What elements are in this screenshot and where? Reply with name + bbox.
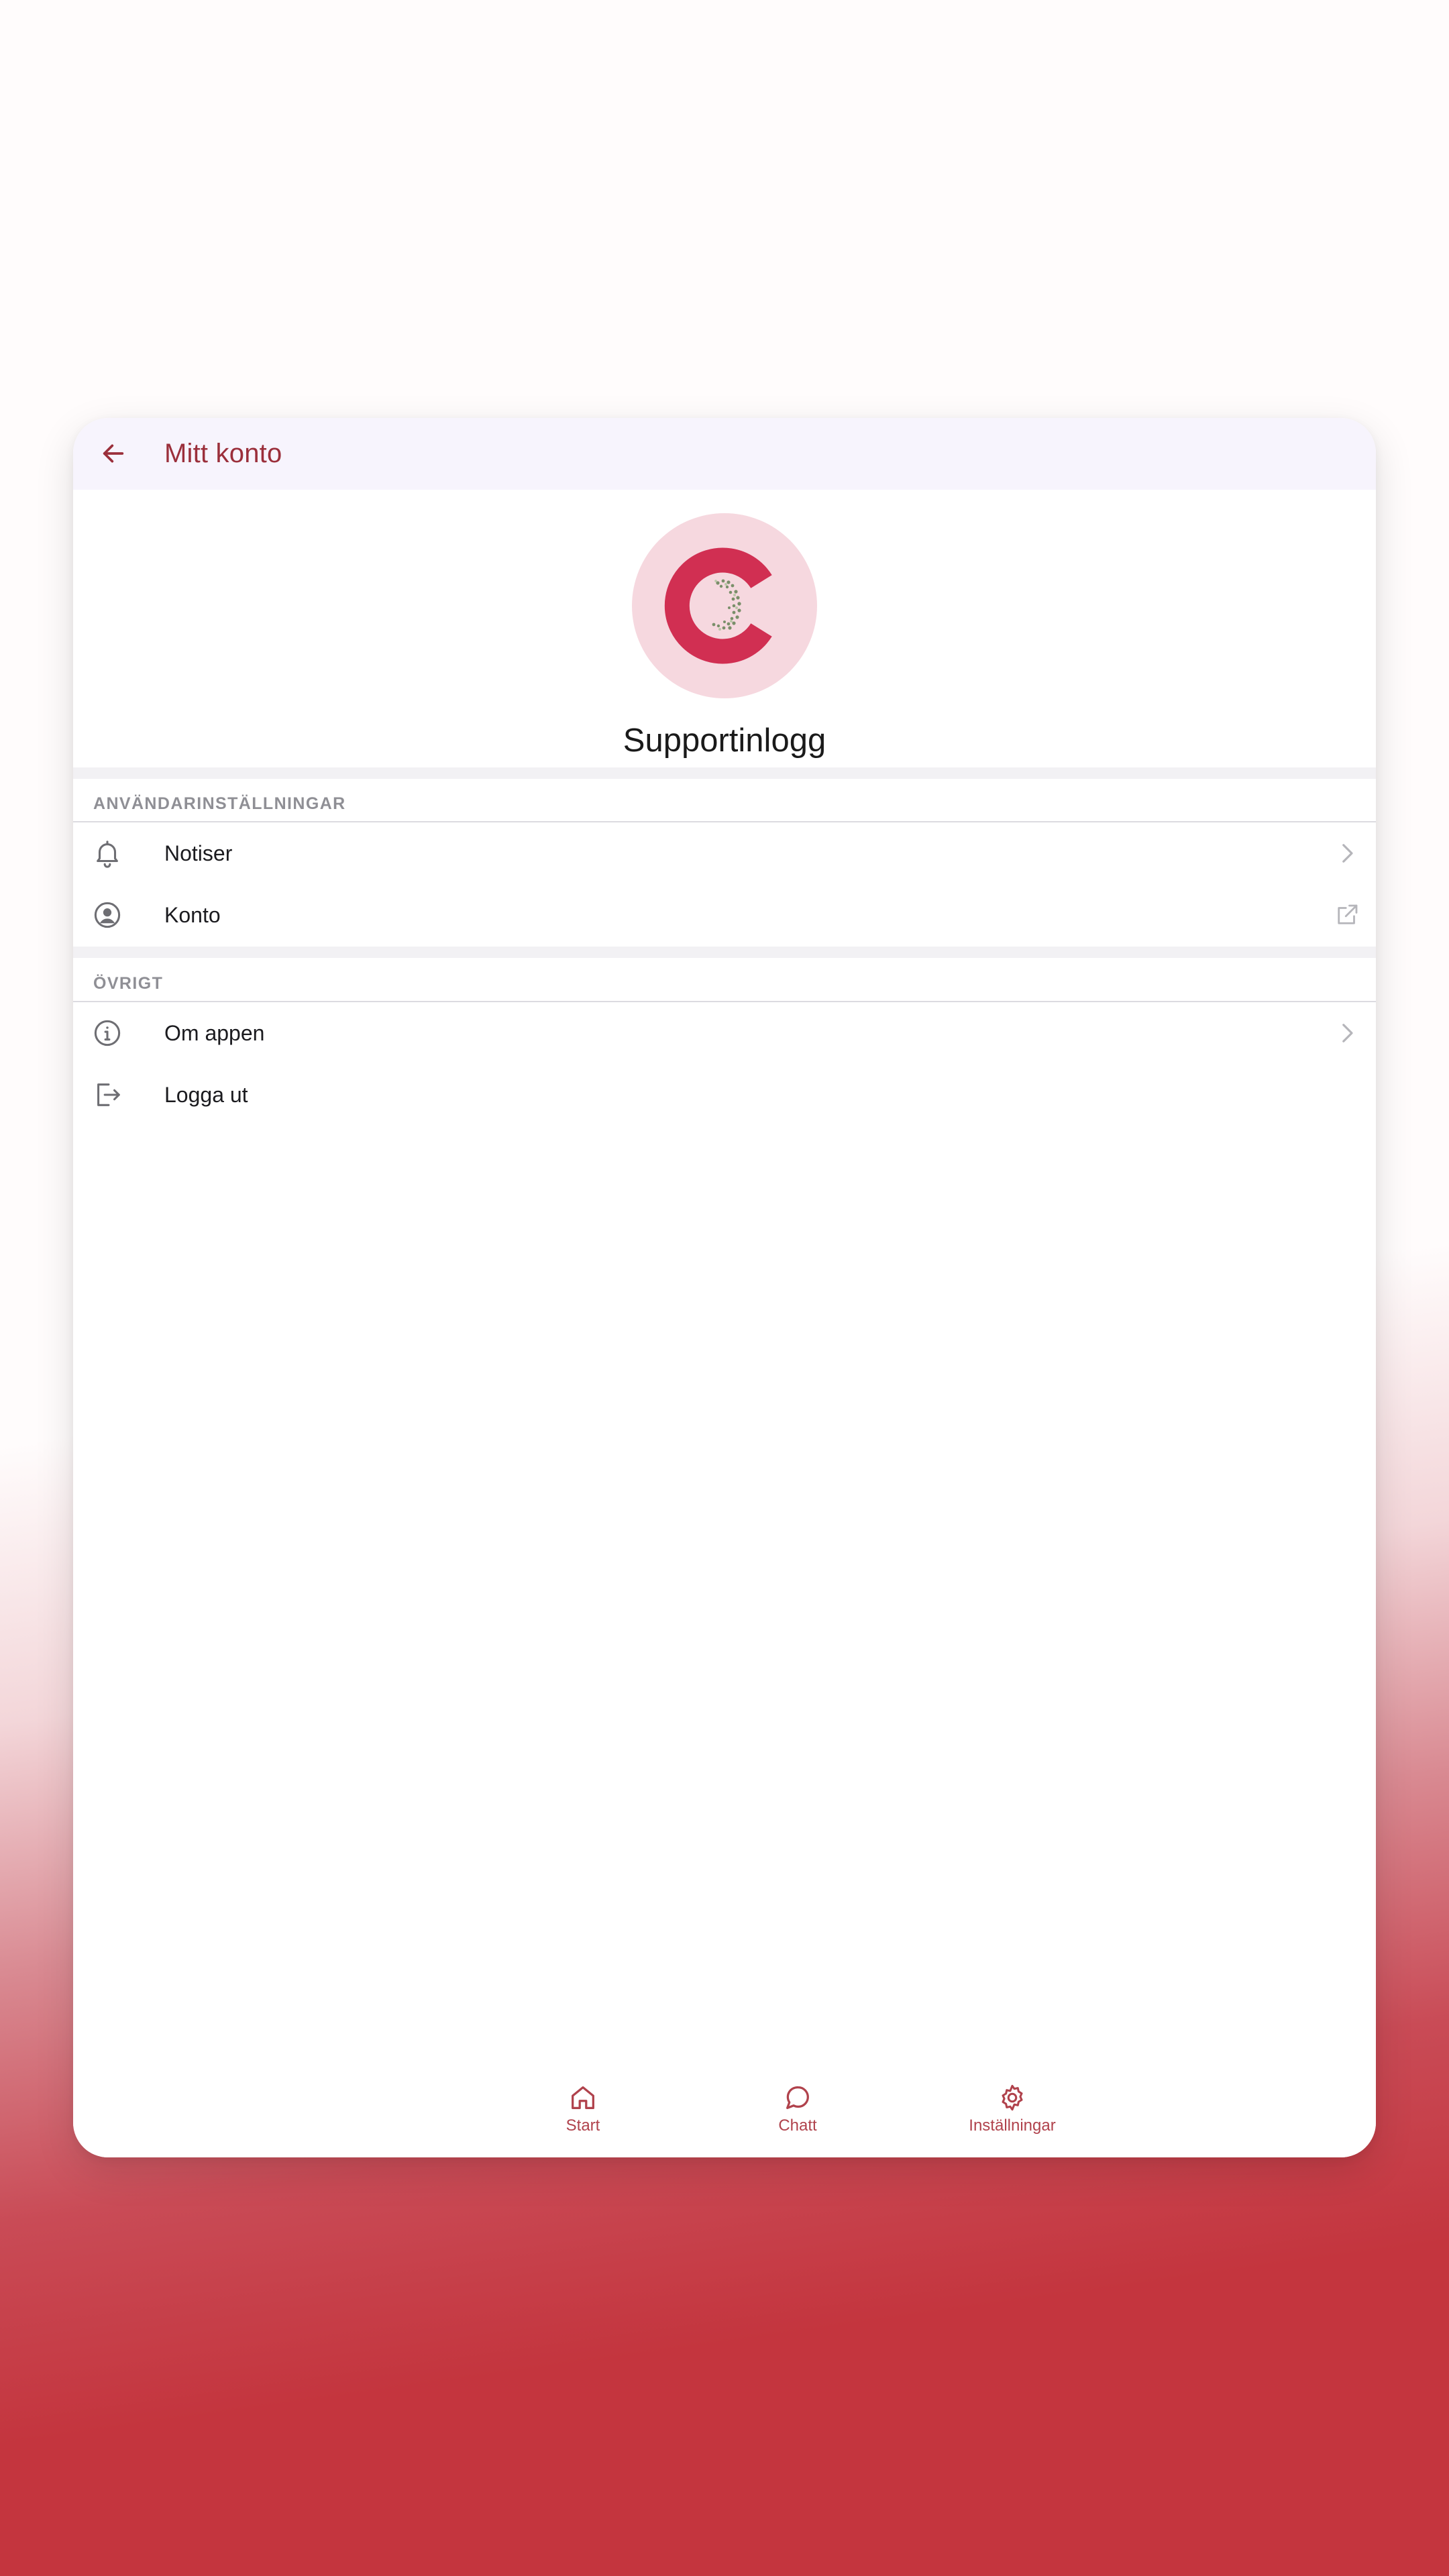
section-divider <box>73 767 1376 779</box>
avatar[interactable] <box>632 513 817 698</box>
bottom-navigation: Start Chatt Inställningar <box>73 2070 1376 2157</box>
arrow-left-icon <box>103 444 124 463</box>
settings-item-konto[interactable]: Konto <box>73 885 1376 945</box>
logout-icon <box>97 1083 120 1106</box>
section-header-other: ÖVRIGT <box>93 974 164 993</box>
bell-icon <box>97 841 118 868</box>
chevron-right-icon <box>1342 844 1353 863</box>
section-header-user-settings: ANVÄNDARINSTÄLLNINGAR <box>93 794 346 813</box>
page-title: Mitt konto <box>164 439 282 468</box>
app-bar: Mitt konto <box>73 418 1376 490</box>
gear-icon <box>1002 2084 1023 2111</box>
info-icon <box>94 1020 121 1046</box>
back-button[interactable] <box>90 430 137 477</box>
chat-icon <box>786 2086 809 2109</box>
home-icon <box>572 2086 594 2109</box>
nav-item-start[interactable]: Start <box>536 2082 630 2149</box>
logo-icon <box>664 547 772 664</box>
settings-item-logga-ut[interactable]: Logga ut <box>73 1065 1376 1125</box>
nav-label: Start <box>566 2116 600 2135</box>
profile-name: Supportinlogg <box>623 722 826 759</box>
nav-label: Chatt <box>778 2116 817 2135</box>
nav-label: Inställningar <box>969 2116 1056 2135</box>
chevron-right-icon <box>1342 1024 1353 1042</box>
nav-item-chatt[interactable]: Chatt <box>751 2082 845 2149</box>
settings-item-label: Notiser <box>164 841 233 865</box>
section-line <box>73 1001 1376 1002</box>
user-circle-icon <box>94 902 121 928</box>
settings-item-label: Konto <box>164 903 221 927</box>
section-divider <box>73 947 1376 958</box>
section-line <box>73 821 1376 822</box>
settings-item-label: Om appen <box>164 1021 265 1045</box>
profile-section: Supportinlogg <box>73 490 1376 783</box>
settings-item-notiser[interactable]: Notiser <box>73 823 1376 883</box>
external-link-icon <box>1338 904 1358 924</box>
settings-item-label: Logga ut <box>164 1083 248 1107</box>
nav-item-installningar[interactable]: Inställningar <box>938 2082 1086 2149</box>
app-window: Mitt konto Supportinlogg ANVÄNDARINSTÄLL… <box>73 418 1376 2157</box>
settings-item-om-appen[interactable]: Om appen <box>73 1003 1376 1063</box>
